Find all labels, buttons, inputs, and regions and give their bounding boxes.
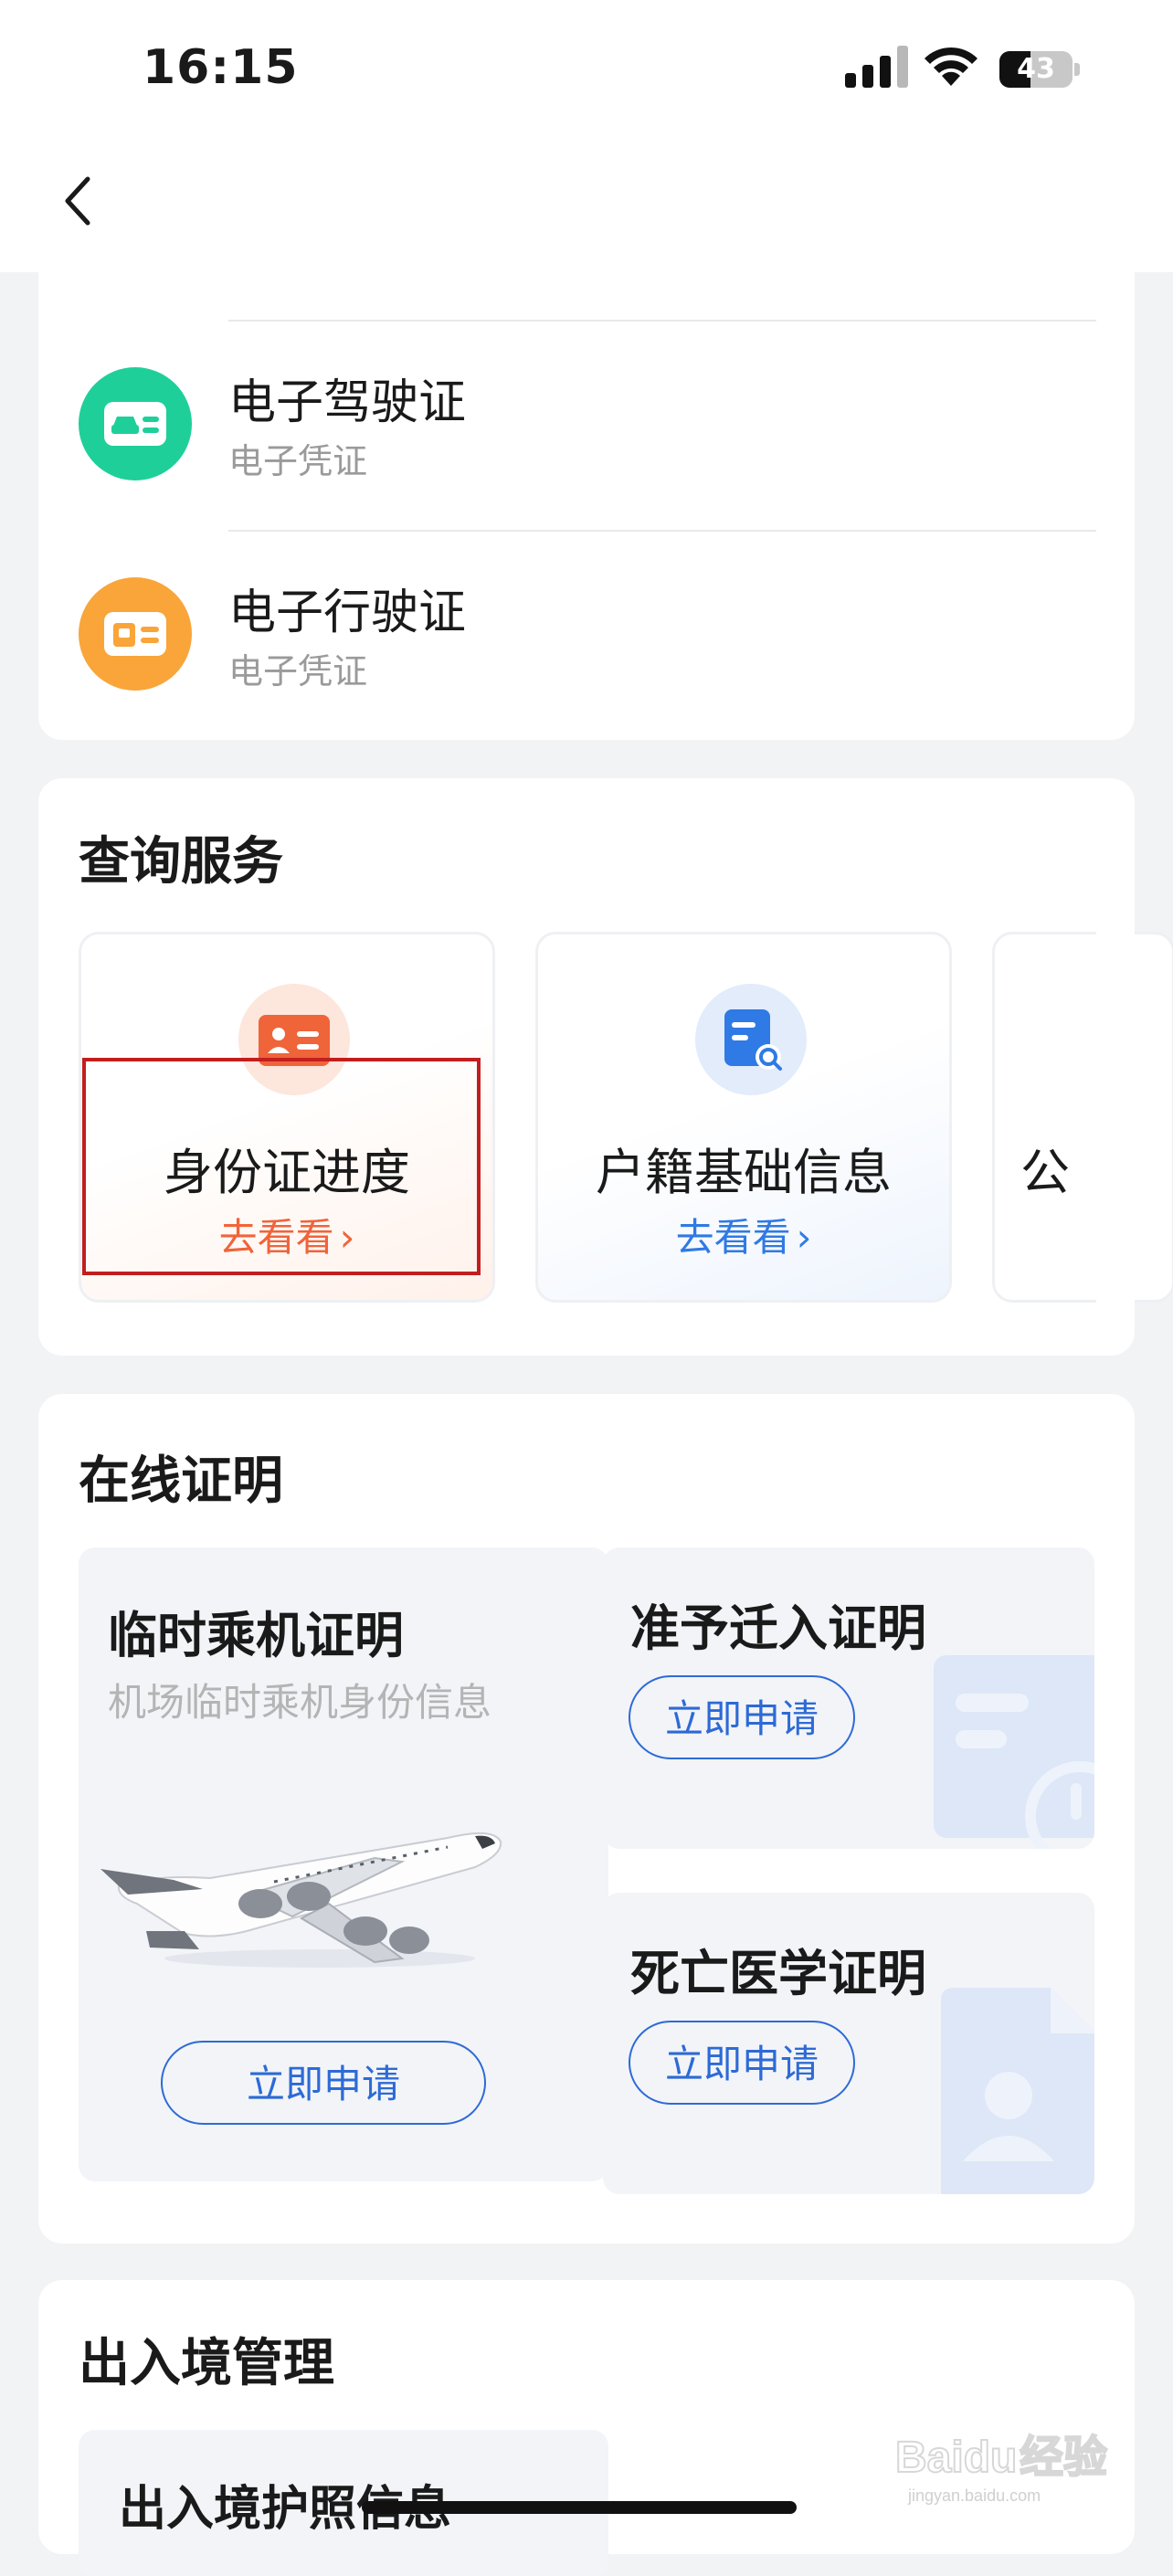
divider [228, 530, 1096, 532]
query-item-household-info[interactable]: 户籍基础信息 去看看 › [535, 932, 952, 1303]
home-indicator[interactable] [362, 2501, 797, 2514]
divider [228, 320, 1096, 322]
chevron-right-icon: › [796, 1215, 812, 1260]
cert-title: 准予迁入证明 [630, 1599, 926, 1657]
cert-subtitle: 机场临时乘机身份信息 [108, 1680, 492, 1725]
watermark-url: jingyan.baidu.com [907, 2486, 1041, 2505]
vehicle-license-icon [79, 577, 192, 691]
e-license-card: 电子驾驶证 电子凭证 电子行驶证 电子凭证 [38, 272, 1135, 740]
cert-title: 临时乘机证明 [108, 1607, 404, 1664]
license-title: 电子行驶证 [228, 586, 467, 640]
battery-indicator: 43 [999, 51, 1080, 88]
cert-title: 死亡医学证明 [630, 1945, 926, 2002]
airplane-icon [100, 1832, 502, 1968]
medical-document-icon [941, 1988, 1094, 2194]
navigation-bar [0, 137, 1173, 272]
section-title: 查询服务 [79, 832, 283, 892]
view-link[interactable]: 去看看 › [538, 1207, 949, 1262]
document-icon [934, 1655, 1094, 1849]
status-bar: 16:15 43 [0, 0, 1173, 137]
cert-item-relocation[interactable]: 准予迁入证明 立即申请 [603, 1547, 1094, 1849]
watermark-cn: 经验 [1020, 2433, 1107, 2482]
cert-item-death-medical[interactable]: 死亡医学证明 立即申请 [603, 1893, 1094, 2194]
apply-button[interactable]: 立即申请 [161, 2041, 486, 2125]
wifi-icon [925, 47, 978, 86]
baidu-jingyan-watermark: Baidu 经验 jingyan.baidu.com [895, 2433, 1108, 2505]
car-license-icon [79, 367, 192, 480]
household-search-icon [695, 984, 807, 1095]
license-subtitle: 电子凭证 [228, 651, 368, 692]
status-time: 16:15 [143, 40, 299, 95]
license-title: 电子驾驶证 [228, 375, 467, 430]
highlight-annotation [82, 1058, 481, 1275]
scroll-edge [1096, 924, 1135, 1308]
apply-button[interactable]: 立即申请 [629, 1675, 855, 1759]
online-certificate-card: 在线证明 临时乘机证明 机场临时乘机身份信息 立即申请 准予迁入证明 立即申请 … [38, 1394, 1135, 2243]
query-item-title: 户籍基础信息 [596, 1144, 892, 1201]
query-services-card: 查询服务 身份证进度 去看看 › 户籍基础信息 去看看 › 公 [38, 778, 1173, 1356]
section-title: 出入境管理 [79, 2334, 334, 2393]
battery-level-text: 43 [1017, 53, 1055, 85]
section-title: 在线证明 [79, 1452, 283, 1511]
apply-button[interactable]: 立即申请 [629, 2021, 855, 2105]
view-link-label: 去看看 [675, 1215, 791, 1260]
watermark-brand: Baidu [895, 2433, 1017, 2482]
back-arrow-icon[interactable] [57, 174, 102, 228]
cert-item-temporary-boarding[interactable]: 临时乘机证明 机场临时乘机身份信息 立即申请 [79, 1547, 608, 2181]
cellular-signal-icon [845, 46, 908, 88]
license-subtitle: 电子凭证 [228, 441, 368, 481]
query-item-partial[interactable]: 公 [992, 932, 1173, 1303]
query-item-title: 公 [1020, 1144, 1070, 1201]
